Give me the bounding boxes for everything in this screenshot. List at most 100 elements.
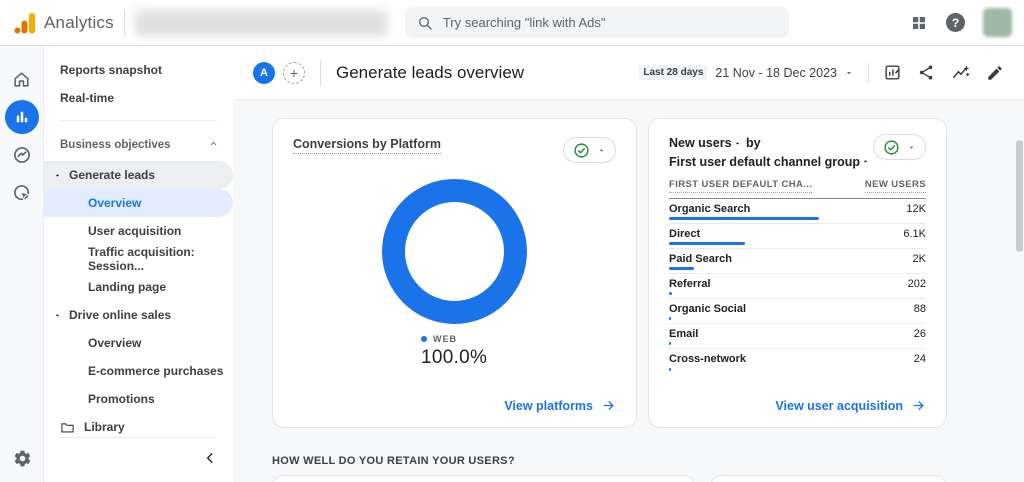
analytics-logo-icon — [14, 12, 35, 33]
apps-grid-icon[interactable] — [910, 14, 928, 32]
share-report-button[interactable] — [917, 63, 936, 82]
channel-label: Referral — [669, 277, 711, 290]
card-title: Conversions by Platform — [293, 137, 441, 154]
sidebar-item-label: Landing page — [88, 280, 166, 294]
rail-reports-button[interactable] — [4, 100, 39, 134]
table-row[interactable]: Paid Search 2K — [669, 249, 926, 274]
sidebar-item-label: Traffic acquisition: Session... — [88, 245, 195, 273]
nav-divider — [60, 120, 217, 121]
sidebar-item-label: Reports snapshot — [60, 63, 163, 77]
add-report-button[interactable]: + — [283, 61, 305, 84]
table-row[interactable]: Organic Social 88 — [669, 299, 926, 324]
chevron-down-icon — [861, 153, 870, 171]
sidebar-item-drive-online-sales[interactable]: Drive online sales — [44, 301, 233, 329]
sidebar-item-reports-snapshot[interactable]: Reports snapshot — [44, 56, 233, 84]
dimension-column-header[interactable]: FIRST USER DEFAULT CHA... — [669, 179, 813, 193]
header-divider — [320, 59, 321, 86]
data-quality-dropdown[interactable] — [563, 137, 616, 163]
pencil-icon — [988, 65, 1002, 80]
sidebar-item-overview[interactable]: Overview — [44, 189, 233, 217]
channel-label: Cross-network — [669, 352, 747, 365]
channel-value: 202 — [907, 277, 926, 290]
table-row[interactable]: Organic Search 12K — [669, 199, 926, 224]
channel-value: 2K — [912, 252, 926, 265]
table-column-headers: FIRST USER DEFAULT CHA... NEW USERS — [669, 179, 926, 193]
check-circle-icon — [884, 139, 899, 155]
metric-selector[interactable]: New users — [669, 136, 732, 150]
channel-label: Paid Search — [669, 252, 732, 265]
search-input[interactable]: Try searching "link with Ads" — [404, 7, 789, 38]
topbar: Analytics Try searching "link with Ads" … — [0, 0, 1024, 46]
arrow-right-icon — [913, 401, 924, 410]
report-collection-badge[interactable]: A — [253, 61, 275, 84]
home-icon — [14, 71, 29, 87]
edit-report-button[interactable] — [986, 64, 1004, 82]
sidebar-item-label: Library — [84, 420, 125, 434]
left-rail — [0, 46, 44, 482]
gear-icon — [14, 450, 30, 467]
legend-dot-icon — [421, 336, 427, 342]
new-users-by-channel-card: New users by First user default channel … — [648, 118, 947, 428]
analytics-logo[interactable]: Analytics — [12, 11, 114, 35]
folder-icon — [61, 422, 74, 432]
rail-home-button[interactable] — [5, 62, 39, 96]
table-row[interactable]: Email 26 — [669, 324, 926, 349]
explore-icon — [13, 147, 30, 163]
view-user-acquisition-link[interactable]: View user acquisition — [775, 398, 926, 413]
account-selector-redacted[interactable] — [134, 9, 387, 36]
sidebar-item-traffic-acquisition-session[interactable]: Traffic acquisition: Session... — [44, 245, 233, 273]
sidebar-item-e-commerce-purchases[interactable]: E-commerce purchases — [44, 357, 233, 385]
share-icon — [919, 65, 933, 80]
retention-section-title: HOW WELL DO YOU RETAIN YOUR USERS? — [272, 455, 515, 467]
sidebar-item-label: Generate leads — [69, 168, 156, 182]
data-quality-dropdown[interactable] — [873, 134, 926, 160]
sidebar-item-overview[interactable]: Overview — [44, 329, 233, 357]
caret-down-icon — [55, 174, 60, 177]
reports-sidebar: Reports snapshot Real-time Business object… — [44, 46, 233, 482]
channel-bar — [669, 316, 671, 320]
sidebar-item-label: Business objectives — [60, 139, 171, 151]
channel-value: 12K — [906, 202, 926, 215]
sidebar-item-generate-leads[interactable]: Generate leads — [44, 161, 233, 189]
bar-chart-icon — [16, 111, 27, 123]
caret-down-icon — [55, 314, 60, 317]
date-range-picker[interactable]: 21 Nov - 18 Dec 2023 — [715, 66, 837, 80]
rail-explore-button[interactable] — [5, 138, 39, 172]
sidebar-item-real-time[interactable]: Real-time — [44, 84, 233, 112]
channels-table: Organic Search 12K Direct 6.1K Paid Search 2K… — [669, 197, 926, 374]
chevron-down-icon — [599, 149, 604, 152]
sidebar-item-promotions[interactable]: Promotions — [44, 385, 233, 413]
table-row[interactable]: Cross-network 24 — [669, 349, 926, 374]
vertical-scrollbar[interactable] — [1016, 140, 1023, 252]
advertising-icon — [13, 185, 30, 201]
table-row[interactable]: Referral 202 — [669, 274, 926, 299]
date-caret-icon[interactable] — [844, 68, 854, 78]
channel-label: Email — [669, 327, 699, 340]
view-platforms-link[interactable]: View platforms — [504, 398, 616, 413]
platform-donut-chart[interactable] — [382, 179, 527, 324]
sidebar-item-label: Drive online sales — [69, 308, 172, 322]
channel-value: 26 — [913, 327, 926, 340]
sidebar-item-label: Real-time — [60, 91, 115, 105]
user-avatar[interactable] — [983, 8, 1012, 37]
channel-bar — [669, 266, 694, 270]
metric-column-header[interactable]: NEW USERS — [864, 179, 926, 193]
search-placeholder: Try searching "link with Ads" — [442, 15, 606, 30]
view-platforms-label: View platforms — [504, 398, 593, 413]
channel-bar — [669, 341, 671, 345]
help-icon[interactable]: ? — [946, 13, 965, 32]
table-row[interactable]: Direct 6.1K — [669, 224, 926, 249]
sidebar-item-user-acquisition[interactable]: User acquisition — [44, 217, 233, 245]
chevron-up-icon[interactable] — [208, 138, 219, 149]
rail-advertising-button[interactable] — [5, 176, 39, 210]
sidebar-item-landing-page[interactable]: Landing page — [44, 273, 233, 301]
legend-label: WEB — [433, 334, 457, 344]
customize-report-button[interactable] — [883, 63, 902, 82]
rail-settings-button[interactable] — [0, 449, 44, 468]
search-icon — [418, 16, 432, 30]
insights-button[interactable] — [951, 63, 971, 83]
sidebar-item-business-objectives[interactable]: Business objectives — [44, 129, 233, 161]
dimension-selector[interactable]: First user default channel group — [669, 155, 860, 169]
collapse-sidebar-button[interactable] — [203, 451, 217, 470]
channel-label: Organic Search — [669, 202, 751, 215]
